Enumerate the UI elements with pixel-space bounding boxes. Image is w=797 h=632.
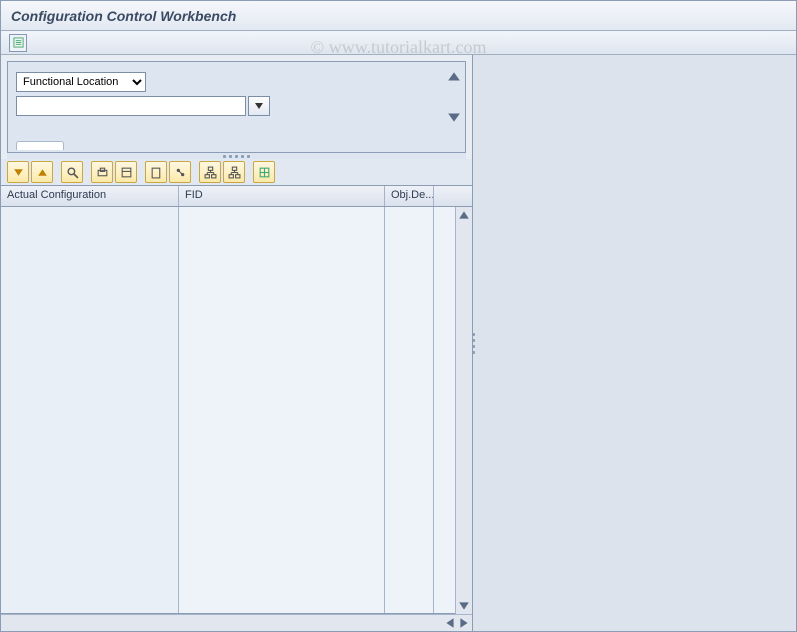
grid-toolbar — [1, 159, 472, 185]
hierarchy-1-button[interactable] — [199, 161, 221, 183]
scroll-right-icon[interactable] — [458, 617, 470, 629]
vertical-splitter[interactable] — [469, 323, 477, 363]
scroll-left-icon[interactable] — [444, 617, 456, 629]
layout-button[interactable] — [115, 161, 137, 183]
value-help-button[interactable] — [248, 96, 270, 116]
object-type-select[interactable]: Functional Location — [16, 72, 146, 92]
menu-list-icon[interactable] — [9, 34, 27, 52]
object-id-input[interactable] — [16, 96, 246, 116]
column-header-objde[interactable]: Obj.De... — [385, 186, 434, 206]
page-title: Configuration Control Workbench — [11, 8, 236, 24]
menubar — [1, 31, 796, 55]
collapse-all-button[interactable] — [31, 161, 53, 183]
detail-button[interactable] — [253, 161, 275, 183]
grid-horizontal-scrollbar[interactable] — [1, 614, 472, 631]
scroll-down-icon[interactable] — [458, 600, 470, 612]
truncated-button[interactable] — [16, 141, 64, 150]
right-pane — [473, 55, 796, 631]
column-header-scroll-spacer — [434, 186, 451, 206]
grid-body — [1, 207, 455, 614]
grid-col-2 — [179, 207, 385, 613]
grid-body-wrap — [1, 207, 472, 614]
expand-all-button[interactable] — [7, 161, 29, 183]
body-area: Functional Location — [1, 55, 796, 631]
grid-header: Actual Configuration FID Obj.De... — [1, 185, 472, 207]
link-button[interactable] — [169, 161, 191, 183]
grid-vertical-scrollbar[interactable] — [455, 207, 472, 614]
grid-col-3 — [385, 207, 434, 613]
panel-scroll-down-icon[interactable] — [447, 110, 461, 124]
selector-panel: Functional Location — [7, 61, 466, 153]
hierarchy-2-button[interactable] — [223, 161, 245, 183]
find-button[interactable] — [61, 161, 83, 183]
titlebar: Configuration Control Workbench — [1, 1, 796, 31]
left-pane: Functional Location — [1, 55, 473, 631]
column-header-fid[interactable]: FID — [179, 186, 385, 206]
column-header-actual-config[interactable]: Actual Configuration — [1, 186, 179, 206]
create-button[interactable] — [145, 161, 167, 183]
print-button[interactable] — [91, 161, 113, 183]
app-window: Configuration Control Workbench © www.tu… — [0, 0, 797, 632]
grid-col-1 — [1, 207, 179, 613]
panel-scroll-up-icon[interactable] — [447, 70, 461, 84]
scroll-up-icon[interactable] — [458, 209, 470, 221]
